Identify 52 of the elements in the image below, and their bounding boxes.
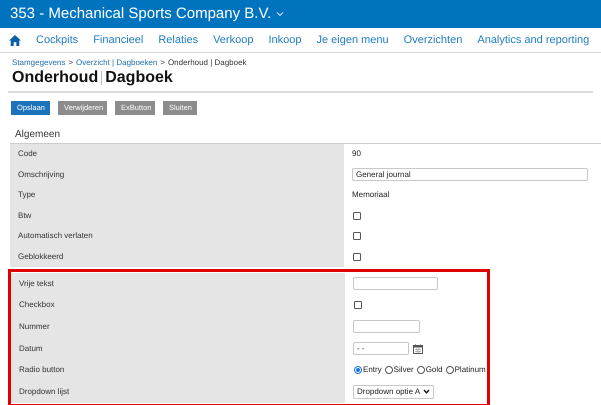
nav-link[interactable]: Inkoop — [268, 32, 302, 48]
checkbox[interactable] — [353, 212, 361, 220]
input-field[interactable] — [353, 320, 420, 334]
radio-button[interactable] — [384, 366, 393, 374]
breadcrumb-text: Onderhoud | Dagboek — [168, 58, 247, 68]
page-title: Onderhoud — [12, 68, 98, 87]
breadcrumb-text: > — [160, 58, 165, 68]
caret-icon — [423, 389, 430, 394]
checkbox[interactable] — [354, 301, 362, 310]
field-label: Vrije tekst — [19, 278, 54, 290]
field-label: Nummer — [19, 320, 50, 333]
field-label: Type — [18, 189, 36, 202]
input-field[interactable]: General journal — [352, 168, 588, 182]
nav-link[interactable]: Relaties — [158, 32, 198, 48]
calendar-icon[interactable] — [413, 344, 423, 354]
nav-link[interactable]: Financieel — [93, 32, 144, 48]
radio-button[interactable] — [446, 366, 454, 374]
field-label: Automatisch verlaten — [18, 230, 93, 242]
field-label: Code — [18, 148, 38, 160]
field-label: Geblokkeerd — [18, 250, 64, 263]
radio-label: Platinum — [454, 364, 486, 376]
home-icon[interactable] — [9, 34, 21, 46]
radio-label: Gold — [426, 364, 443, 376]
nav-link[interactable]: Cockpits — [36, 32, 78, 48]
field-label: Dropdown lijst — [19, 386, 70, 398]
checkbox[interactable] — [353, 232, 361, 240]
field-label: Radio button — [19, 364, 64, 376]
radio-button[interactable] — [354, 366, 362, 374]
nav-link[interactable]: Overzichten — [404, 32, 462, 48]
nav-link[interactable]: Verkoop — [213, 32, 254, 48]
input-field[interactable] — [353, 277, 438, 290]
field-label: Btw — [18, 210, 32, 222]
checkbox[interactable] — [353, 252, 361, 261]
company-title: 353 - Mechanical Sports Company B.V. — [10, 4, 272, 24]
dropdown[interactable]: Dropdown optie A — [353, 384, 434, 399]
field-label: Checkbox — [19, 299, 55, 312]
field-value: 90 — [352, 148, 361, 160]
breadcrumb-link[interactable]: Stamgegevens — [12, 58, 66, 68]
section-title: Algemeen — [15, 128, 60, 142]
field-value: Memoriaal — [352, 189, 390, 202]
radio-label: Silver — [394, 364, 414, 376]
radio-label: Entry — [363, 364, 382, 376]
breadcrumb-text: > — [68, 58, 74, 68]
field-label: Omschrijving — [18, 168, 64, 181]
breadcrumb-link[interactable]: Overzicht | Dagboeken — [76, 58, 158, 68]
field-label: Datum — [19, 342, 43, 355]
page-subtitle: Dagboek — [105, 68, 173, 87]
nav-link[interactable]: Je eigen menu — [316, 32, 389, 48]
nav-link[interactable]: Analytics and reporting — [477, 32, 590, 48]
chevron-down-icon[interactable] — [276, 11, 284, 17]
date-field[interactable]: - - — [353, 342, 409, 356]
radio-button[interactable] — [416, 366, 425, 374]
